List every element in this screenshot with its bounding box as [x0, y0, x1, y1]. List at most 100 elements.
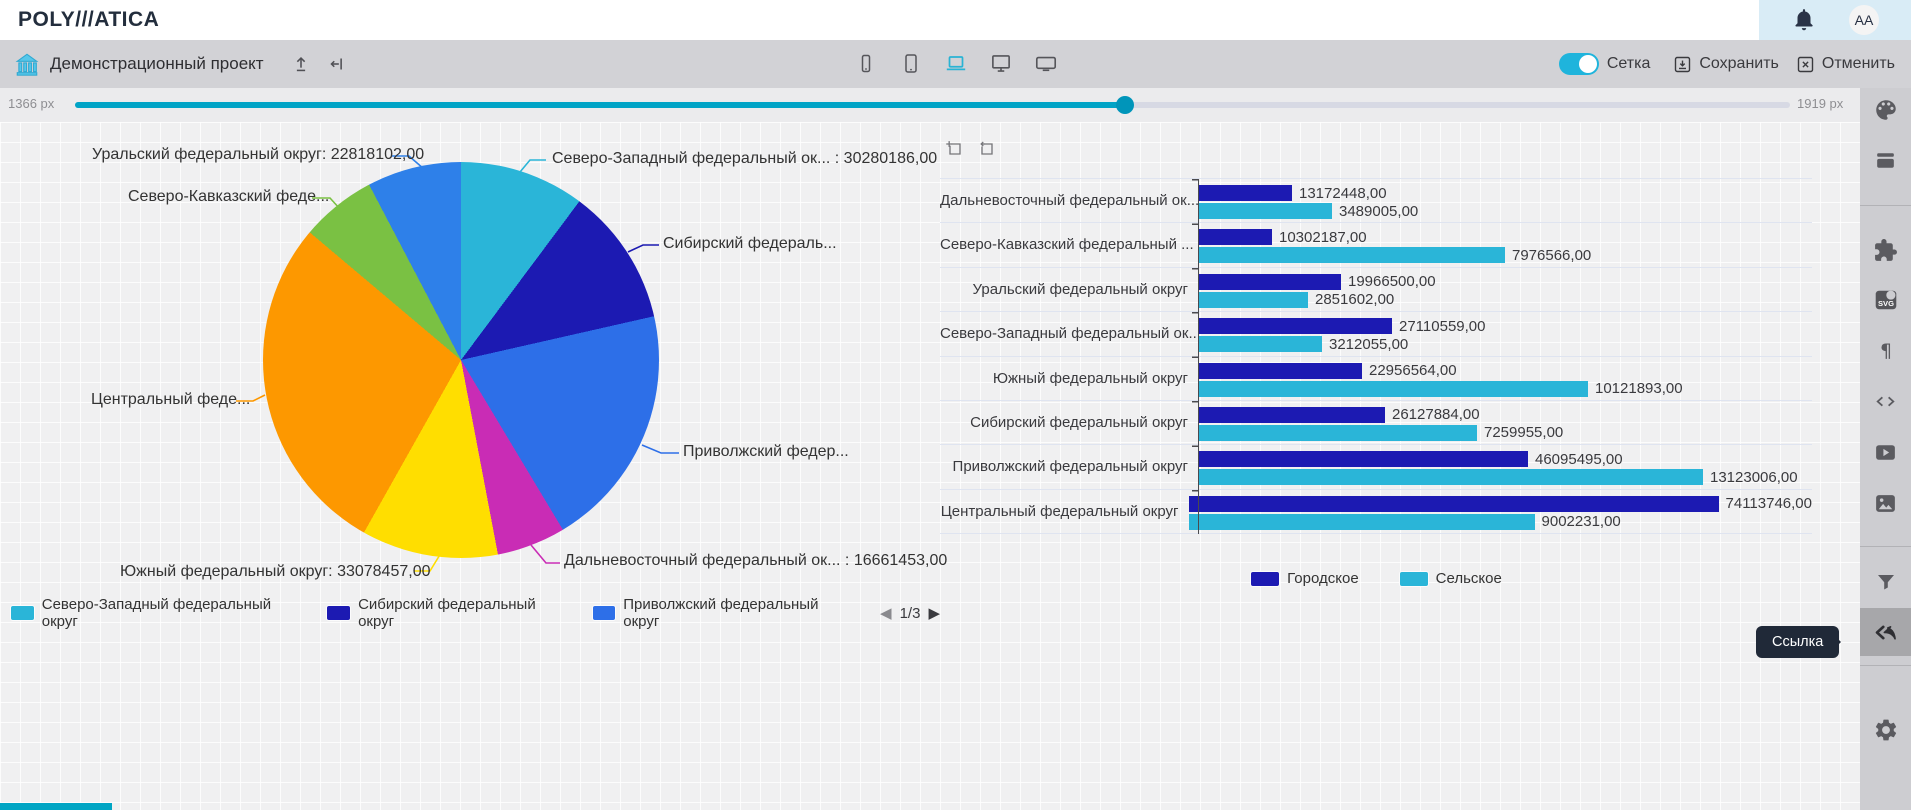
device-size-switcher — [853, 51, 1059, 77]
bar-urban[interactable] — [1189, 496, 1719, 512]
device-tablet-icon[interactable] — [898, 51, 924, 77]
app-logo: POLY///ATICA — [0, 8, 159, 32]
project-bank-icon — [14, 51, 40, 77]
pie-chart-widget: Уральский федеральный округ: 22818102,00… — [0, 122, 940, 642]
legend-next-button[interactable]: ▶ — [928, 604, 940, 622]
sidebar-divider — [1860, 546, 1911, 547]
pie-callout: Северо-Кавказский феде... — [128, 188, 308, 206]
bar-category-label: Южный федеральный округ — [940, 357, 1198, 400]
pie-chart[interactable] — [263, 162, 659, 558]
grid-toggle-label: Сетка — [1607, 55, 1651, 73]
sidebar-share-link-icon[interactable] — [1860, 612, 1911, 652]
bar-rural[interactable] — [1198, 469, 1703, 485]
legend-label: Приволжский федеральный округ — [623, 596, 856, 630]
bar-chart-widget: Дальневосточный федеральный ок... 1317244… — [940, 138, 1812, 587]
device-tv-icon[interactable] — [1033, 51, 1059, 77]
legend-item[interactable]: Сельское — [1399, 570, 1502, 587]
slider-max-label: 1919 px — [1797, 96, 1843, 111]
sidebar-text-paragraph-icon[interactable]: ¶ — [1860, 331, 1911, 371]
bar-rural[interactable] — [1189, 514, 1535, 530]
bar-urban[interactable] — [1198, 363, 1362, 379]
sidebar-filter-icon[interactable] — [1860, 562, 1911, 602]
legend-label: Городское — [1287, 570, 1358, 587]
zoom-selection-icon[interactable] — [944, 138, 966, 160]
legend-item[interactable]: Сибирский федеральный округ — [326, 596, 573, 630]
reset-zoom-icon[interactable] — [976, 138, 998, 160]
legend-item[interactable]: Городское — [1250, 570, 1358, 587]
bar-value-label: 27110559,00 — [1399, 318, 1485, 335]
width-slider[interactable] — [75, 102, 1790, 108]
bar-rural[interactable] — [1198, 247, 1505, 263]
legend-prev-button[interactable]: ◀ — [880, 604, 892, 622]
share-link-tooltip: Ссылка — [1756, 626, 1839, 658]
sidebar-plugins-icon[interactable] — [1860, 230, 1911, 270]
bar-urban[interactable] — [1198, 274, 1341, 290]
sidebar-divider — [1860, 665, 1911, 666]
legend-item[interactable]: Приволжский федеральный округ — [592, 596, 857, 630]
bar-value-label: 7259955,00 — [1484, 424, 1563, 441]
bar-urban[interactable] — [1198, 407, 1385, 423]
save-button[interactable]: Сохранить — [1672, 54, 1779, 75]
sidebar-image-icon[interactable] — [1860, 483, 1911, 523]
pie-callout: Дальневосточный федеральный ок... : 1666… — [564, 552, 947, 570]
bar-rural[interactable] — [1198, 425, 1477, 441]
bar-row: Южный федеральный округ22956564,00101218… — [940, 357, 1812, 401]
slider-handle[interactable] — [1116, 96, 1134, 114]
sidebar-code-icon[interactable] — [1860, 381, 1911, 421]
sidebar-video-icon[interactable] — [1860, 432, 1911, 472]
bar-value-label: 10302187,00 — [1279, 229, 1367, 246]
bar-urban[interactable] — [1198, 451, 1528, 467]
legend-item[interactable]: Северо-Западный федеральный округ — [10, 596, 308, 630]
pie-callout: Центральный феде... — [91, 391, 232, 409]
bar-row: Уральский федеральный округ19966500,0028… — [940, 268, 1812, 312]
pie-callout: Уральский федеральный округ: 22818102,00 — [92, 146, 388, 164]
bar-row: Центральный федеральный округ74113746,00… — [940, 490, 1812, 534]
device-phone-icon[interactable] — [853, 51, 879, 77]
bar-category-label: Уральский федеральный округ — [940, 268, 1198, 311]
svg-text:SVG: SVG — [1877, 299, 1893, 308]
collapse-left-icon[interactable] — [324, 51, 350, 77]
legend-swatch — [326, 605, 351, 621]
bar-category-label: Приволжский федеральный округ — [940, 445, 1198, 488]
sidebar-settings-gear-icon[interactable] — [1860, 710, 1911, 750]
grid-toggle[interactable] — [1559, 53, 1599, 75]
bar-rural[interactable] — [1198, 203, 1332, 219]
bar-value-label: 22956564,00 — [1369, 362, 1457, 379]
bar-rural[interactable] — [1198, 336, 1322, 352]
bar-value-label: 9002231,00 — [1542, 513, 1621, 530]
sidebar-widgets-drawer-icon[interactable] — [1860, 140, 1911, 180]
bar-value-label: 26127884,00 — [1392, 406, 1480, 423]
legend-swatch — [1250, 571, 1280, 587]
sidebar-svg-icon[interactable]: SVG — [1860, 280, 1911, 320]
notifications-bell-icon[interactable] — [1791, 7, 1817, 33]
device-desktop-icon[interactable] — [988, 51, 1014, 77]
project-toolbar: Демонстрационный проект Сетка Сохранить — [0, 40, 1911, 88]
legend-label: Сельское — [1436, 570, 1502, 587]
bar-rural[interactable] — [1198, 292, 1308, 308]
pie-callout: Южный федеральный округ: 33078457,00 — [120, 563, 410, 581]
bar-urban[interactable] — [1198, 318, 1392, 334]
bar-value-label: 3212055,00 — [1329, 336, 1408, 353]
horizontal-scrollbar-thumb[interactable] — [0, 803, 112, 810]
bar-value-label: 13172448,00 — [1299, 185, 1387, 202]
bar-value-label: 74113746,00 — [1726, 495, 1812, 512]
bar-value-label: 2851602,00 — [1315, 291, 1394, 308]
upload-icon[interactable] — [288, 51, 314, 77]
pie-legend: Северо-Западный федеральный округ Сибирск… — [10, 596, 940, 630]
sidebar-palette-icon[interactable] — [1860, 90, 1911, 130]
user-avatar[interactable]: AA — [1849, 5, 1879, 35]
bar-urban[interactable] — [1198, 229, 1272, 245]
tooltip-text: Ссылка — [1772, 634, 1823, 650]
bar-category-label: Дальневосточный федеральный ок... — [940, 179, 1198, 222]
bar-row: Приволжский федеральный округ46095495,00… — [940, 445, 1812, 489]
bar-rural[interactable] — [1198, 381, 1588, 397]
bar-value-label: 13123006,00 — [1710, 469, 1798, 486]
bar-urban[interactable] — [1198, 185, 1292, 201]
pie-callout: Приволжский федер... — [683, 443, 849, 461]
bar-value-label: 7976566,00 — [1512, 247, 1591, 264]
sidebar-divider — [1860, 205, 1911, 206]
width-slider-row: 1366 px 1919 px — [0, 88, 1860, 122]
bar-row: Дальневосточный федеральный ок... 1317244… — [940, 179, 1812, 223]
device-laptop-icon[interactable] — [943, 51, 969, 77]
cancel-button[interactable]: Отменить — [1795, 54, 1895, 75]
